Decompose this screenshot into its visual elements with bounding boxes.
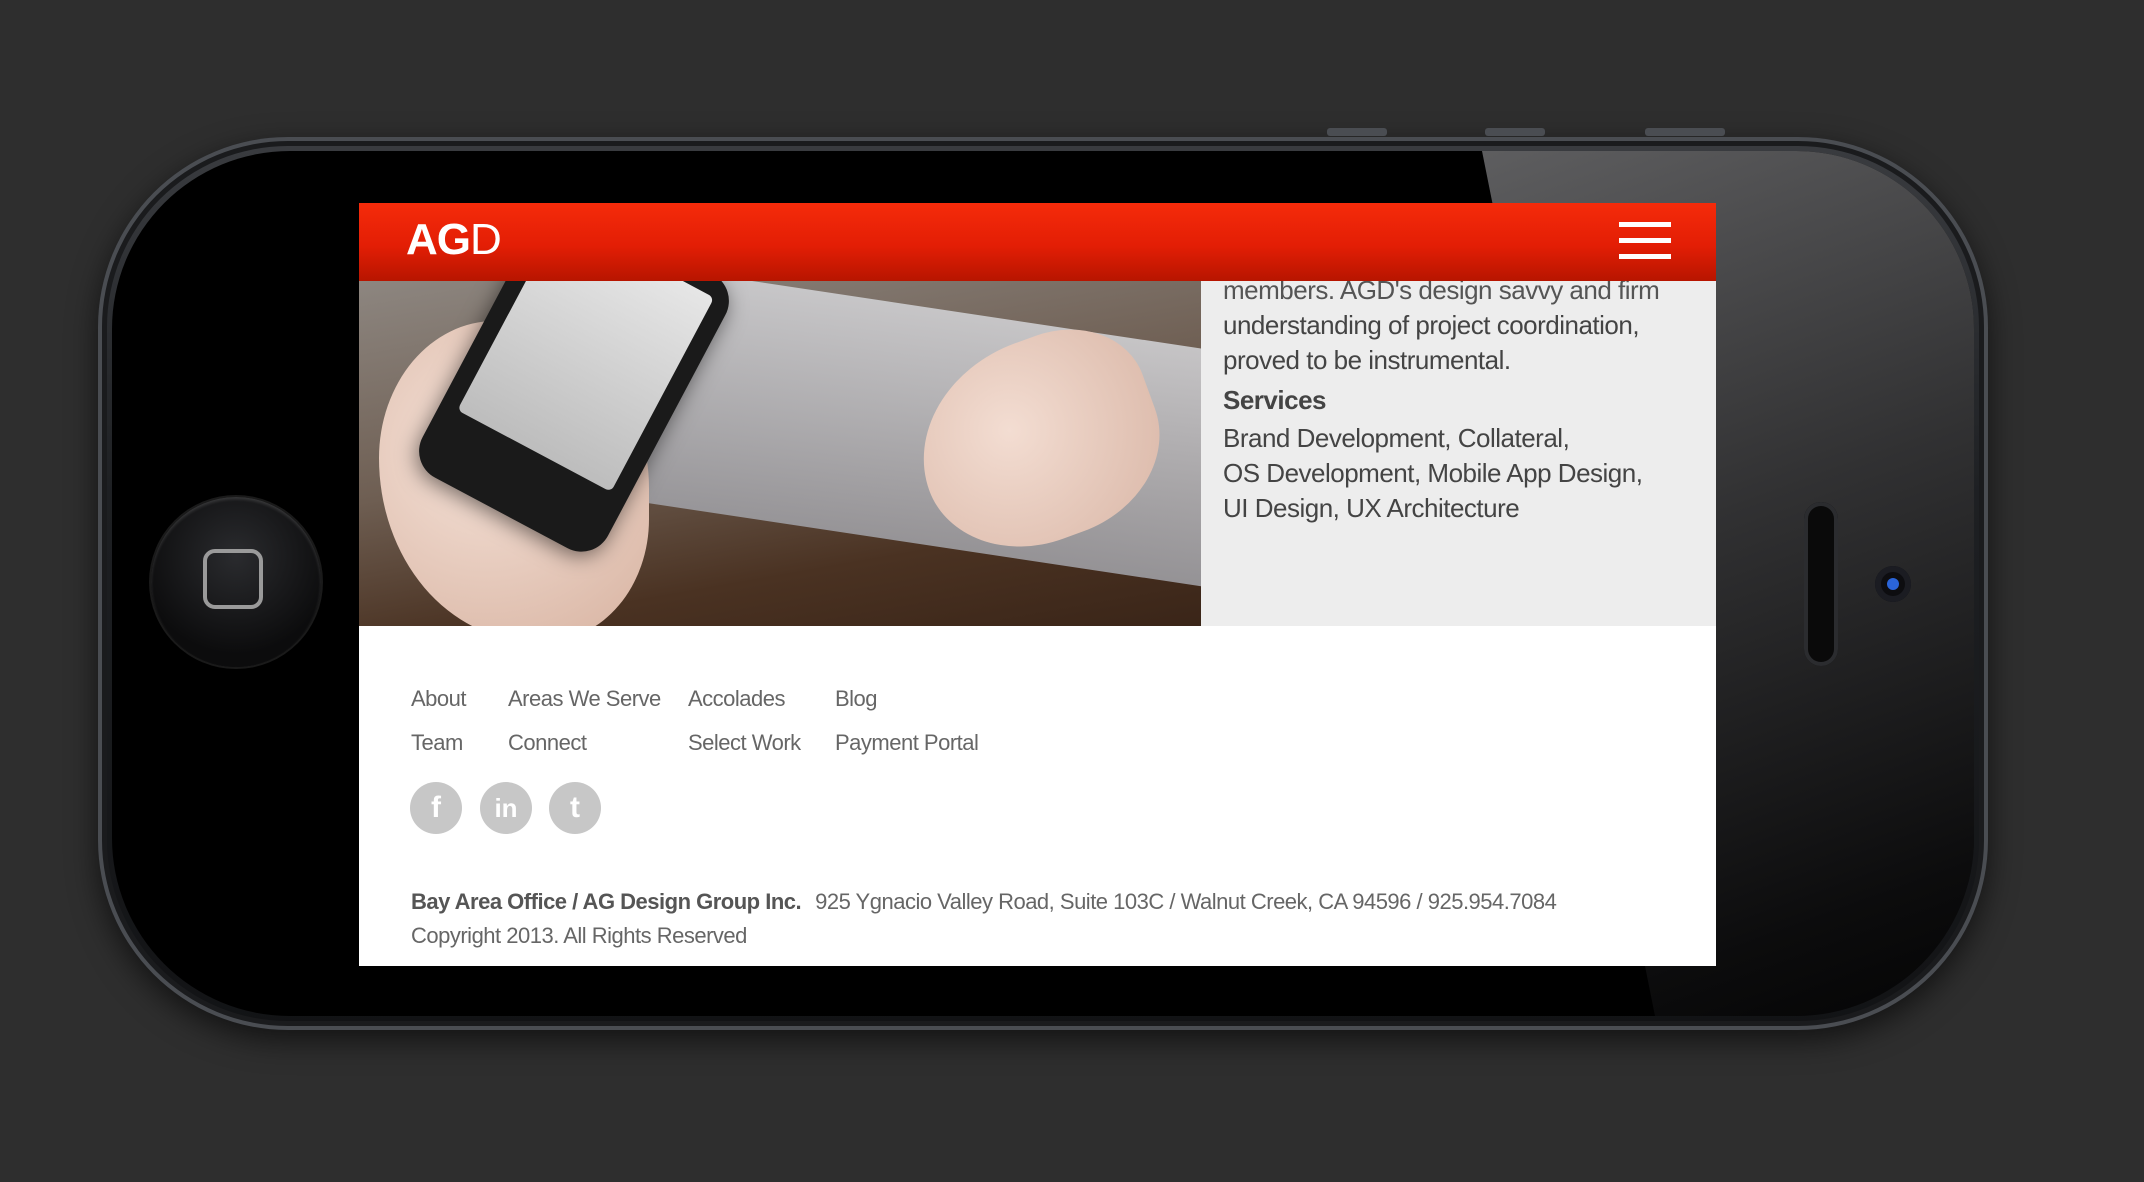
home-square-icon: [203, 549, 263, 609]
nav-link-connect[interactable]: Connect: [508, 730, 587, 756]
side-button: [1327, 128, 1387, 136]
agd-logo[interactable]: AGD: [406, 215, 502, 265]
nav-link-areas-we-serve[interactable]: Areas We Serve: [508, 686, 661, 712]
website-screen: AGD members. AGD's design savvy and firm…: [359, 203, 1716, 966]
services-line: Brand Development, Collateral,: [1223, 423, 1570, 453]
address-text: 925 Ygnacio Valley Road, Suite 103C / Wa…: [815, 889, 1557, 914]
camera-icon: [1875, 566, 1911, 602]
side-button: [1645, 128, 1725, 136]
home-button[interactable]: [151, 497, 321, 667]
nav-link-about[interactable]: About: [411, 686, 467, 712]
facebook-icon[interactable]: f: [410, 782, 462, 834]
copyright-text: Copyright 2013. All Rights Reserved: [411, 923, 747, 948]
nav-link-select-work[interactable]: Select Work: [688, 730, 801, 756]
description-line: proved to be instrumental.: [1223, 345, 1511, 375]
services-list: Brand Development, Collateral, OS Develo…: [1223, 421, 1643, 526]
linkedin-icon[interactable]: in: [480, 782, 532, 834]
side-button: [1485, 128, 1545, 136]
site-footer: About Areas We Serve Accolades Blog Team…: [359, 626, 1716, 966]
office-address: Bay Area Office / AG Design Group Inc. 92…: [411, 889, 1557, 915]
office-name: Bay Area Office / AG Design Group Inc.: [411, 889, 802, 914]
nav-link-payment-portal[interactable]: Payment Portal: [835, 730, 979, 756]
nav-link-blog[interactable]: Blog: [835, 686, 878, 712]
speaker-grille: [1804, 502, 1838, 666]
project-description-panel: members. AGD's design savvy and firm und…: [1201, 275, 1716, 626]
services-line: OS Development, Mobile App Design,: [1223, 458, 1643, 488]
hamburger-menu-icon[interactable]: [1619, 222, 1671, 260]
description-line: understanding of project coordination,: [1223, 310, 1640, 340]
services-heading: Services: [1223, 385, 1326, 415]
twitter-icon[interactable]: t: [549, 782, 601, 834]
hero-image: [359, 281, 1201, 626]
nav-link-accolades[interactable]: Accolades: [688, 686, 786, 712]
nav-link-team[interactable]: Team: [411, 730, 463, 756]
services-line: UI Design, UX Architecture: [1223, 493, 1520, 523]
project-description: members. AGD's design savvy and firm und…: [1223, 273, 1693, 378]
site-header: AGD: [359, 203, 1716, 281]
